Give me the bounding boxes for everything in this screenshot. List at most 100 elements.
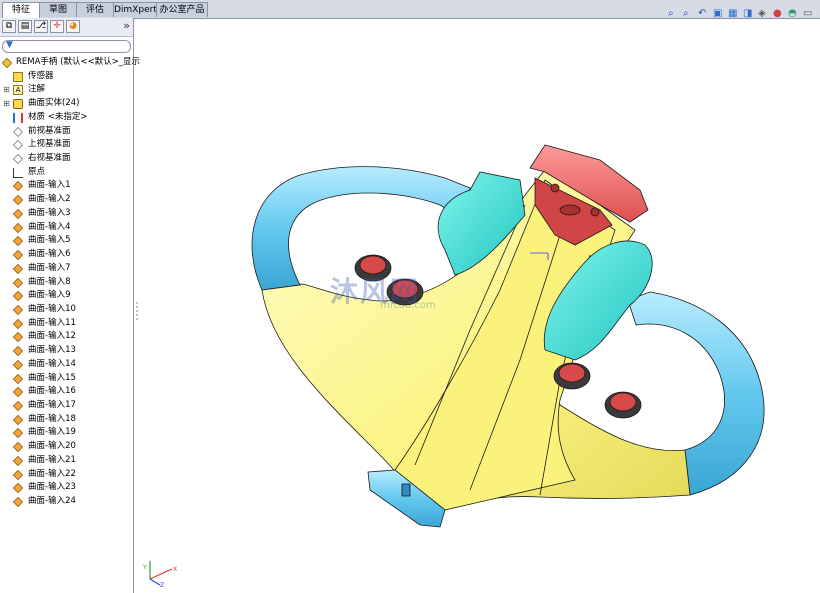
surface-icon: [12, 208, 24, 219]
tree-item[interactable]: 曲面-输入23: [0, 481, 133, 495]
surface-icon: [12, 373, 24, 384]
tree-root[interactable]: REMA手柄 (默认<<默认>_显示: [0, 56, 140, 70]
tree-item[interactable]: 曲面-输入14: [0, 358, 133, 372]
tree-item[interactable]: 曲面-输入3: [0, 207, 133, 221]
graphics-area[interactable]: [135, 19, 820, 593]
tree-item[interactable]: ⊞ A 注解: [0, 83, 133, 97]
svg-text:Z: Z: [160, 582, 164, 587]
surface-icon: [12, 181, 24, 192]
tab-3[interactable]: DimXpert: [113, 2, 157, 17]
surface-icon: [12, 455, 24, 466]
tree-item-label: 曲面-输入20: [28, 441, 76, 452]
tree-item-label: 曲面-输入1: [28, 180, 71, 191]
dimxpert-manager-icon[interactable]: ✛: [50, 20, 64, 33]
surface-icon: [12, 304, 24, 316]
tree-item[interactable]: 曲面-输入2: [0, 193, 133, 207]
tree-item[interactable]: 曲面-输入19: [0, 426, 133, 440]
tree-item-label: 曲面-输入16: [28, 386, 76, 397]
tree-item[interactable]: 曲面-输入7: [0, 262, 133, 276]
feature-manager-panel: ⧉ ▤ ⎇ ✛ ◕ » ▼ REMA手柄 (默认<<默认>_显示 传感器 ⊞ A 注解 ⊞…: [0, 18, 140, 593]
tree-item[interactable]: 曲面-输入4: [0, 221, 133, 235]
tree-item-label: 曲面-输入2: [28, 194, 71, 205]
surface-icon: [12, 483, 24, 494]
surface-icon: [12, 496, 24, 508]
tree-item[interactable]: 曲面-输入21: [0, 454, 133, 468]
tree-item-label: 材质 <未指定>: [28, 111, 88, 122]
tree-item[interactable]: 曲面-输入15: [0, 372, 133, 386]
tree-item[interactable]: 曲面-输入16: [0, 385, 133, 399]
tree-item-label: 曲面-输入7: [28, 262, 71, 273]
tree-item-label: 曲面-输入12: [28, 331, 76, 342]
tree-item[interactable]: 曲面-输入1: [0, 179, 133, 193]
plane-icon: [13, 154, 23, 164]
surface-bodies-icon: [13, 99, 23, 110]
tree-item[interactable]: 前视基准面: [0, 125, 133, 139]
surface-icon: [12, 263, 24, 274]
expand-chevron-icon[interactable]: »: [123, 19, 130, 32]
surface-icon: [12, 428, 24, 439]
tree-item-label: 曲面实体(24): [28, 98, 80, 109]
tab-1[interactable]: 草图: [39, 2, 77, 17]
tree-item[interactable]: 曲面-输入6: [0, 248, 133, 262]
tree-item[interactable]: 曲面-输入9: [0, 289, 133, 303]
tree-item[interactable]: 右视基准面: [0, 152, 133, 166]
tree-item[interactable]: 原点: [0, 166, 133, 180]
feature-manager-icon[interactable]: ⧉: [2, 20, 16, 33]
configuration-manager-icon[interactable]: ⎇: [34, 20, 48, 33]
part-icon: [1, 57, 13, 69]
tree-item-label: 曲面-输入4: [28, 221, 71, 232]
tree-item[interactable]: 曲面-输入5: [0, 234, 133, 248]
tree-item[interactable]: 曲面-输入11: [0, 317, 133, 331]
tree-item-label: 曲面-输入3: [28, 207, 71, 218]
plane-icon: [13, 126, 23, 137]
expand-icon[interactable]: ⊞: [3, 97, 10, 111]
surface-icon: [12, 387, 24, 398]
tree-item-label: 曲面-输入21: [28, 454, 76, 465]
tree-item[interactable]: 传感器: [0, 70, 133, 84]
tab-0[interactable]: 特征: [2, 2, 40, 19]
surface-icon: [12, 332, 24, 343]
svg-text:Y: Y: [142, 564, 147, 571]
tree-item[interactable]: 曲面-输入17: [0, 399, 133, 413]
tree-item-label: 曲面-输入6: [28, 249, 71, 260]
surface-icon: [12, 318, 24, 329]
filter-icon: ▼: [6, 40, 13, 50]
surface-icon: [12, 195, 24, 206]
tree-item[interactable]: 曲面-输入20: [0, 440, 133, 454]
tree-item-label: 曲面-输入13: [28, 345, 76, 356]
tree-filter-input[interactable]: ▼: [2, 40, 131, 53]
origin-icon: [13, 167, 23, 178]
tree-item[interactable]: 曲面-输入10: [0, 303, 133, 317]
tree-item[interactable]: 曲面-输入18: [0, 413, 133, 427]
tree-item-label: 曲面-输入17: [28, 399, 76, 410]
tree-item-label: 曲面-输入9: [28, 290, 71, 301]
tree-item[interactable]: 曲面-输入22: [0, 468, 133, 482]
surface-icon: [12, 277, 24, 288]
tree-item-label: 上视基准面: [28, 139, 71, 150]
tree-item[interactable]: 曲面-输入24: [0, 495, 133, 509]
surface-icon: [12, 346, 24, 357]
tree-item-label: 传感器: [28, 70, 54, 81]
watermark-url: mfcad.com: [380, 300, 436, 311]
tree-item-label: 前视基准面: [28, 125, 71, 136]
property-manager-icon[interactable]: ▤: [18, 20, 32, 33]
tree-item-label: 曲面-输入14: [28, 358, 76, 369]
material-icon: [13, 112, 23, 123]
surface-icon: [12, 291, 24, 302]
tree-item[interactable]: 曲面-输入8: [0, 276, 133, 290]
tree-item[interactable]: 曲面-输入12: [0, 330, 133, 344]
tab-2[interactable]: 评估: [76, 2, 114, 17]
tree-item[interactable]: 曲面-输入13: [0, 344, 133, 358]
tree-item-label: 右视基准面: [28, 153, 71, 164]
tree-item-label: 曲面-输入24: [28, 496, 76, 506]
surface-icon: [12, 359, 24, 370]
tree-item[interactable]: 上视基准面: [0, 138, 133, 152]
tree-item[interactable]: 材质 <未指定>: [0, 111, 133, 125]
tree-item-label: 曲面-输入5: [28, 235, 71, 246]
tab-4[interactable]: 办公室产品: [156, 2, 208, 17]
tree-item-label: 注解: [28, 84, 46, 95]
expand-icon[interactable]: ⊞: [3, 83, 10, 97]
tree-item[interactable]: ⊞ 曲面实体(24): [0, 97, 133, 111]
plane-icon: [13, 140, 23, 151]
display-manager-icon[interactable]: ◕: [66, 20, 80, 33]
